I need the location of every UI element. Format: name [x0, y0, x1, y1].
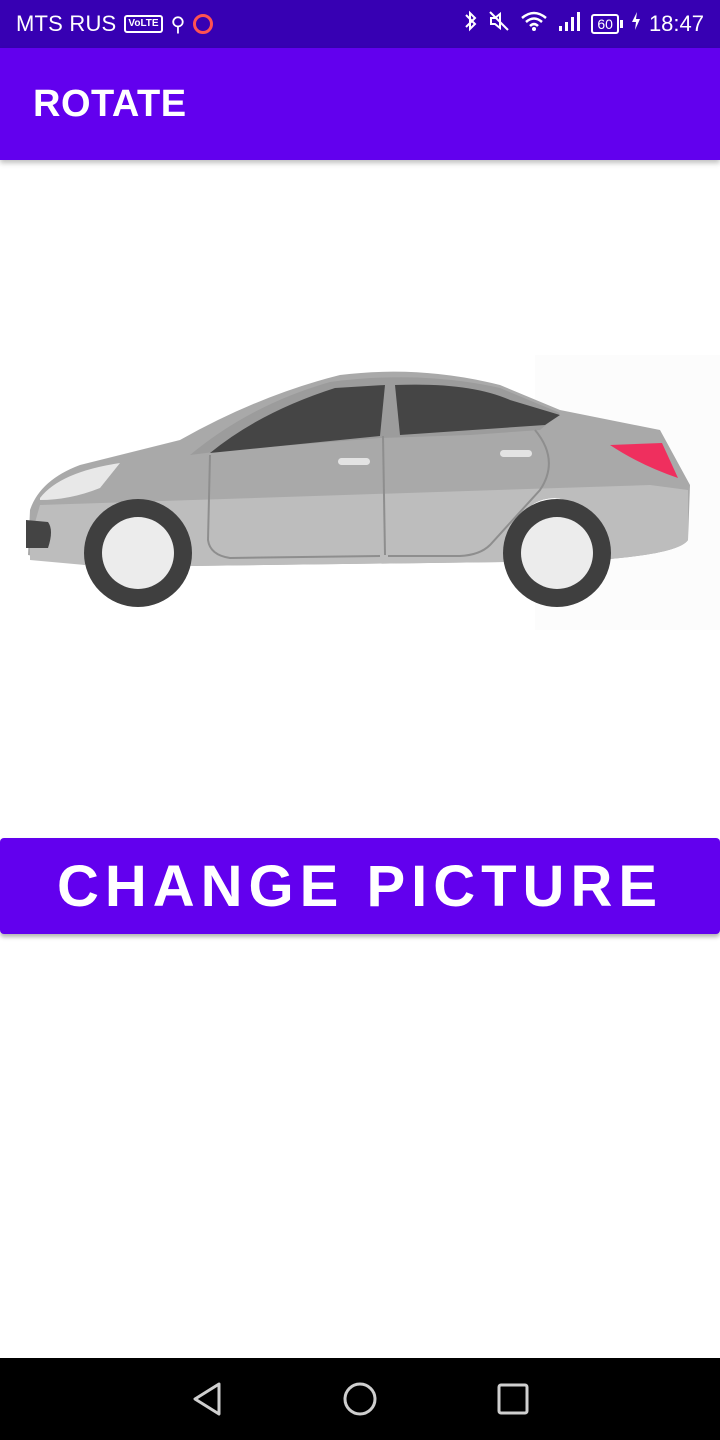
mute-icon [487, 9, 511, 39]
battery-icon: 60 [591, 14, 623, 34]
status-bar: MTS RUS VoLTE ⚲ 60 18:47 [0, 0, 720, 48]
back-icon[interactable] [177, 1369, 237, 1429]
status-bar-left: MTS RUS VoLTE ⚲ [16, 11, 214, 37]
recents-icon[interactable] [483, 1369, 543, 1429]
status-bar-right: 60 18:47 [463, 9, 704, 39]
app-bar: ROTATE [0, 48, 720, 160]
charging-icon [631, 11, 641, 37]
battery-level: 60 [591, 14, 619, 34]
home-icon[interactable] [330, 1369, 390, 1429]
car-image [0, 340, 720, 630]
nav-bar [0, 1358, 720, 1440]
clock: 18:47 [648, 11, 704, 36]
signal-icon [557, 9, 583, 39]
change-picture-button[interactable]: CHANGE PICTURE [0, 838, 720, 934]
carrier-name: MTS RUS [16, 11, 117, 36]
app-title: ROTATE [33, 82, 187, 125]
bluetooth-icon [463, 9, 479, 39]
wifi-icon [519, 9, 549, 39]
usb-icon: ⚲ [170, 13, 186, 36]
volte-icon: VoLTE [124, 15, 163, 33]
record-icon [193, 14, 214, 34]
